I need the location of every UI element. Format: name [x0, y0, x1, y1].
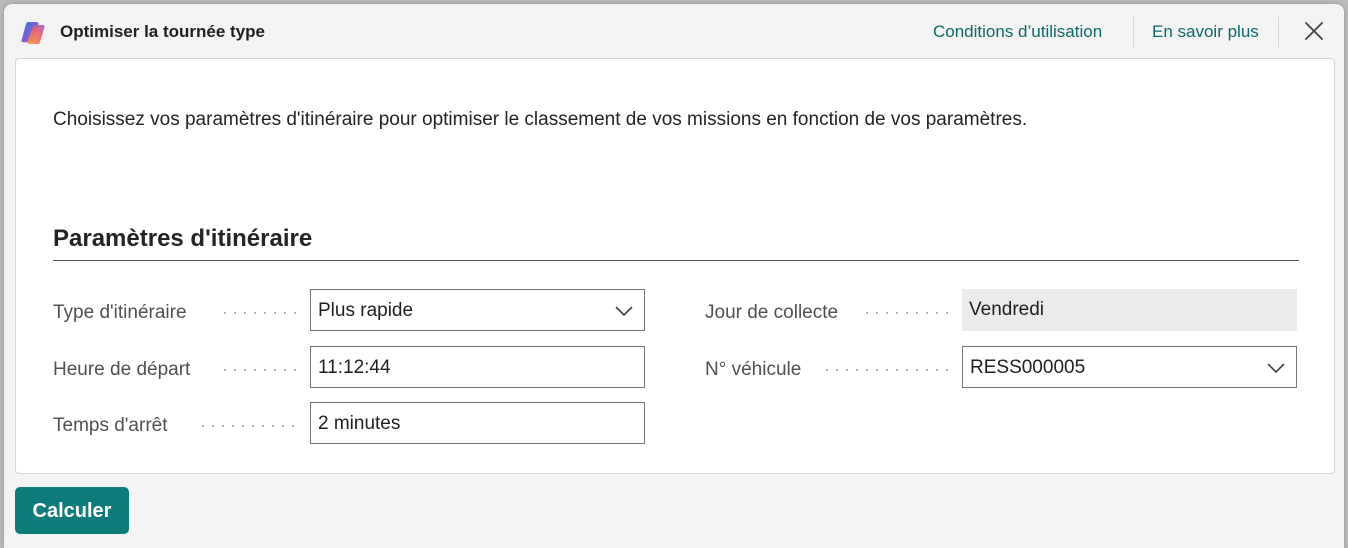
calculate-button[interactable]: Calculer: [15, 487, 129, 534]
header-divider: [1133, 17, 1134, 47]
calculate-button-label: Calculer: [32, 500, 112, 522]
close-icon[interactable]: [1302, 19, 1326, 43]
label-leader-dots: [198, 425, 300, 427]
route-type-label: Type d'itinéraire: [53, 302, 187, 323]
dialog-content: Choisissez vos paramètres d'itinéraire p…: [15, 58, 1335, 474]
copilot-logo-icon: [21, 22, 45, 44]
stop-time-value: 2 minutes: [318, 413, 401, 434]
label-leader-dots: [822, 369, 952, 371]
dialog-header: Optimiser la tournée type Conditions d’u…: [4, 4, 1344, 58]
label-leader-dots: [220, 312, 300, 314]
learn-more-link[interactable]: En savoir plus: [1152, 22, 1259, 42]
header-divider: [1278, 17, 1279, 47]
departure-time-value: 11:12:44: [318, 357, 391, 378]
collection-day-label: Jour de collecte: [705, 302, 839, 323]
chevron-down-icon: [615, 306, 633, 317]
label-leader-dots: [862, 312, 952, 314]
label-leader-dots: [220, 369, 300, 371]
optimize-route-dialog: Optimiser la tournée type Conditions d’u…: [4, 4, 1344, 548]
chevron-down-icon: [1267, 363, 1285, 374]
vehicle-number-select[interactable]: RESS000005: [962, 346, 1297, 388]
terms-of-use-link[interactable]: Conditions d’utilisation: [933, 22, 1102, 42]
route-type-select[interactable]: Plus rapide: [310, 289, 645, 331]
stop-time-input[interactable]: 2 minutes: [310, 402, 645, 444]
departure-time-input[interactable]: 11:12:44: [310, 346, 645, 388]
vehicle-number-label: N° véhicule: [705, 359, 802, 380]
stop-time-label: Temps d'arrêt: [53, 415, 168, 436]
vehicle-number-value: RESS000005: [970, 357, 1086, 378]
section-divider: [53, 260, 1299, 261]
dialog-title: Optimiser la tournée type: [60, 22, 265, 41]
collection-day-field: Vendredi: [962, 289, 1297, 331]
route-type-value: Plus rapide: [318, 300, 414, 321]
intro-text: Choisissez vos paramètres d'itinéraire p…: [53, 109, 1028, 130]
collection-day-value: Vendredi: [969, 299, 1045, 320]
departure-time-label: Heure de départ: [53, 359, 191, 380]
section-title: Paramètres d'itinéraire: [53, 225, 313, 252]
